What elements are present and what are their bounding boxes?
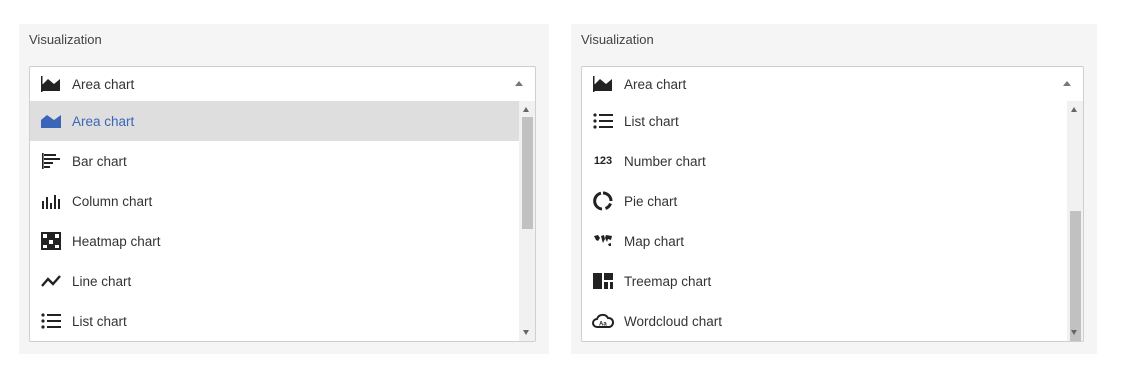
option-label: Line chart bbox=[72, 273, 132, 289]
select-current-label: Area chart bbox=[624, 76, 687, 92]
select-current-label: Area chart bbox=[72, 76, 135, 92]
option-label: Column chart bbox=[72, 193, 153, 209]
option-heatmap-chart[interactable]: Heatmap chart bbox=[30, 221, 519, 261]
bar-chart-icon bbox=[40, 151, 62, 171]
select-current-value[interactable]: Area chart bbox=[30, 67, 535, 101]
option-label: List chart bbox=[72, 313, 127, 329]
scroll-up-arrow-icon[interactable] bbox=[523, 107, 529, 112]
caret-up-icon[interactable] bbox=[515, 81, 523, 86]
options-list: Area chart Bar chart Column chart Heatma… bbox=[30, 101, 519, 341]
visualization-select[interactable]: Area chart Area chart Bar chart Column c… bbox=[29, 66, 536, 342]
visualization-panel-right: Visualization Area chart List chart 123 … bbox=[571, 24, 1097, 354]
area-chart-icon bbox=[40, 111, 62, 131]
option-bar-chart[interactable]: Bar chart bbox=[30, 141, 519, 181]
area-chart-icon bbox=[40, 74, 62, 94]
option-label: List chart bbox=[624, 113, 679, 129]
option-list-chart[interactable]: List chart bbox=[582, 101, 1067, 141]
options-scrollbar[interactable] bbox=[1067, 101, 1083, 341]
visualization-select[interactable]: Area chart List chart 123 Number chart P… bbox=[581, 66, 1084, 342]
scroll-down-arrow-icon[interactable] bbox=[523, 330, 529, 335]
option-list-chart[interactable]: List chart bbox=[30, 301, 519, 341]
option-line-chart[interactable]: Line chart bbox=[30, 261, 519, 301]
caret-up-icon[interactable] bbox=[1063, 81, 1071, 86]
number-chart-icon: 123 bbox=[593, 155, 613, 167]
svg-text:Aa: Aa bbox=[599, 322, 607, 328]
visualization-label: Visualization bbox=[581, 32, 654, 47]
scrollbar-thumb[interactable] bbox=[1070, 211, 1081, 341]
option-label: Pie chart bbox=[624, 193, 678, 209]
area-chart-icon bbox=[592, 74, 614, 94]
option-number-chart[interactable]: 123 Number chart bbox=[582, 141, 1067, 181]
list-chart-icon bbox=[40, 311, 62, 331]
select-current-value[interactable]: Area chart bbox=[582, 67, 1083, 101]
option-area-chart[interactable]: Area chart bbox=[30, 101, 519, 141]
option-label: Treemap chart bbox=[624, 273, 712, 289]
option-column-chart[interactable]: Column chart bbox=[30, 181, 519, 221]
option-pie-chart[interactable]: Pie chart bbox=[582, 181, 1067, 221]
option-wordcloud-chart[interactable]: Aa Wordcloud chart bbox=[582, 301, 1067, 341]
scroll-down-arrow-icon[interactable] bbox=[1071, 330, 1077, 335]
option-treemap-chart[interactable]: Treemap chart bbox=[582, 261, 1067, 301]
list-chart-icon bbox=[592, 111, 614, 131]
column-chart-icon bbox=[40, 191, 62, 211]
option-map-chart[interactable]: Map chart bbox=[582, 221, 1067, 261]
options-list: List chart 123 Number chart Pie chart Ma… bbox=[582, 101, 1067, 341]
scroll-up-arrow-icon[interactable] bbox=[1071, 107, 1077, 112]
option-label: Heatmap chart bbox=[72, 233, 161, 249]
wordcloud-chart-icon: Aa bbox=[592, 311, 614, 331]
map-chart-icon bbox=[592, 231, 614, 251]
option-label: Map chart bbox=[624, 233, 685, 249]
pie-chart-icon bbox=[592, 191, 614, 211]
treemap-chart-icon bbox=[592, 271, 614, 291]
options-scrollbar[interactable] bbox=[519, 101, 535, 341]
visualization-panel-left: Visualization Area chart Area chart Bar … bbox=[19, 24, 549, 354]
heatmap-chart-icon bbox=[40, 231, 62, 251]
option-label: Number chart bbox=[624, 153, 706, 169]
option-label: Bar chart bbox=[72, 153, 127, 169]
option-label: Wordcloud chart bbox=[624, 313, 723, 329]
visualization-label: Visualization bbox=[29, 32, 102, 47]
line-chart-icon bbox=[40, 271, 62, 291]
scrollbar-thumb[interactable] bbox=[522, 117, 533, 229]
option-label: Area chart bbox=[72, 113, 135, 129]
